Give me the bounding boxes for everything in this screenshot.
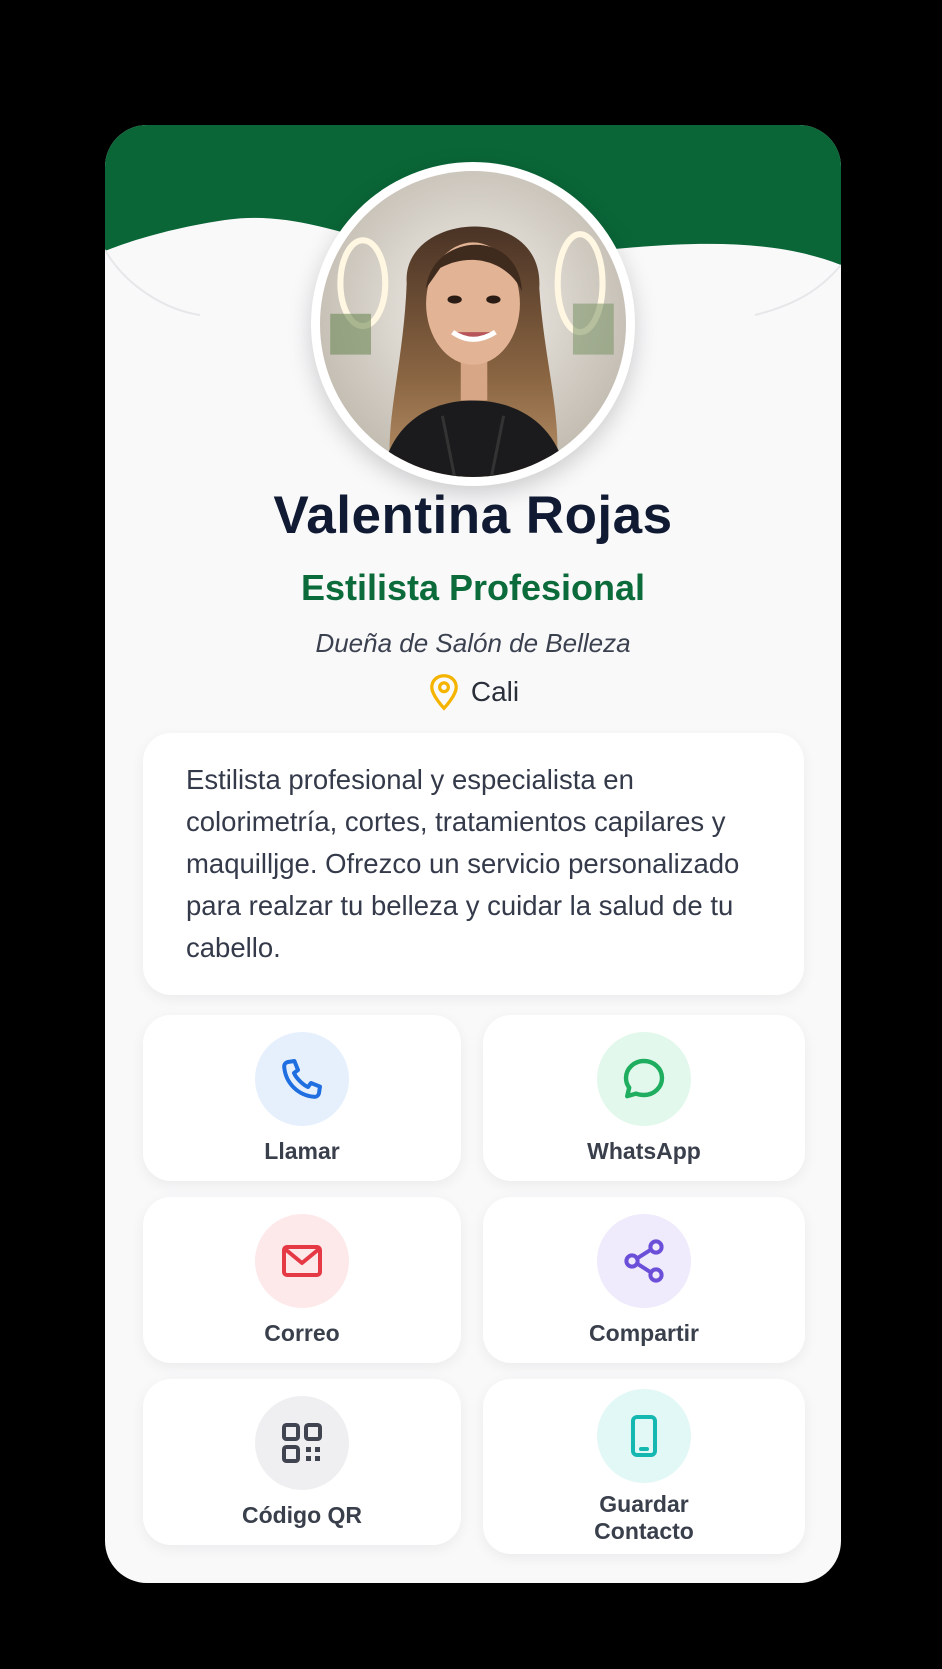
profile-card: Valentina Rojas Estilista Profesional Du…	[105, 125, 841, 1583]
call-icon-circle	[255, 1032, 349, 1126]
profile-name: Valentina Rojas	[273, 486, 673, 545]
save-contact-label: Guardar Contacto	[594, 1491, 694, 1544]
qr-icon-circle	[255, 1396, 349, 1490]
qr-code-button[interactable]: Código QR	[143, 1379, 461, 1545]
mail-icon	[282, 1245, 322, 1277]
whatsapp-label: WhatsApp	[587, 1138, 701, 1164]
location-pin-icon	[430, 674, 458, 711]
whatsapp-icon	[623, 1058, 665, 1099]
whatsapp-icon-circle	[597, 1032, 691, 1126]
share-icon-circle	[597, 1214, 691, 1308]
location: Cali	[105, 673, 841, 711]
call-label: Llamar	[264, 1138, 340, 1164]
phone-icon	[282, 1059, 322, 1099]
save-contact-button[interactable]: Guardar Contacto	[483, 1379, 805, 1554]
profile-photo	[320, 171, 626, 477]
qr-code-label: Código QR	[241, 1502, 363, 1528]
bio-text: Estilista profesional y especialista en …	[143, 733, 804, 995]
email-icon-circle	[255, 1214, 349, 1308]
qr-code-icon	[282, 1423, 322, 1463]
save-contact-icon-circle	[597, 1389, 691, 1483]
whatsapp-button[interactable]: WhatsApp	[483, 1015, 805, 1181]
share-icon	[624, 1239, 664, 1283]
profile-title: Estilista Profesional	[300, 567, 646, 608]
phone-device-icon	[631, 1415, 657, 1457]
avatar	[311, 162, 635, 486]
email-label: Correo	[264, 1320, 340, 1346]
email-button[interactable]: Correo	[143, 1197, 461, 1363]
call-button[interactable]: Llamar	[143, 1015, 461, 1181]
share-label: Compartir	[589, 1320, 699, 1346]
location-label: Cali	[470, 676, 520, 707]
profile-subtitle: Dueña de Salón de Belleza	[315, 628, 631, 658]
share-button[interactable]: Compartir	[483, 1197, 805, 1363]
